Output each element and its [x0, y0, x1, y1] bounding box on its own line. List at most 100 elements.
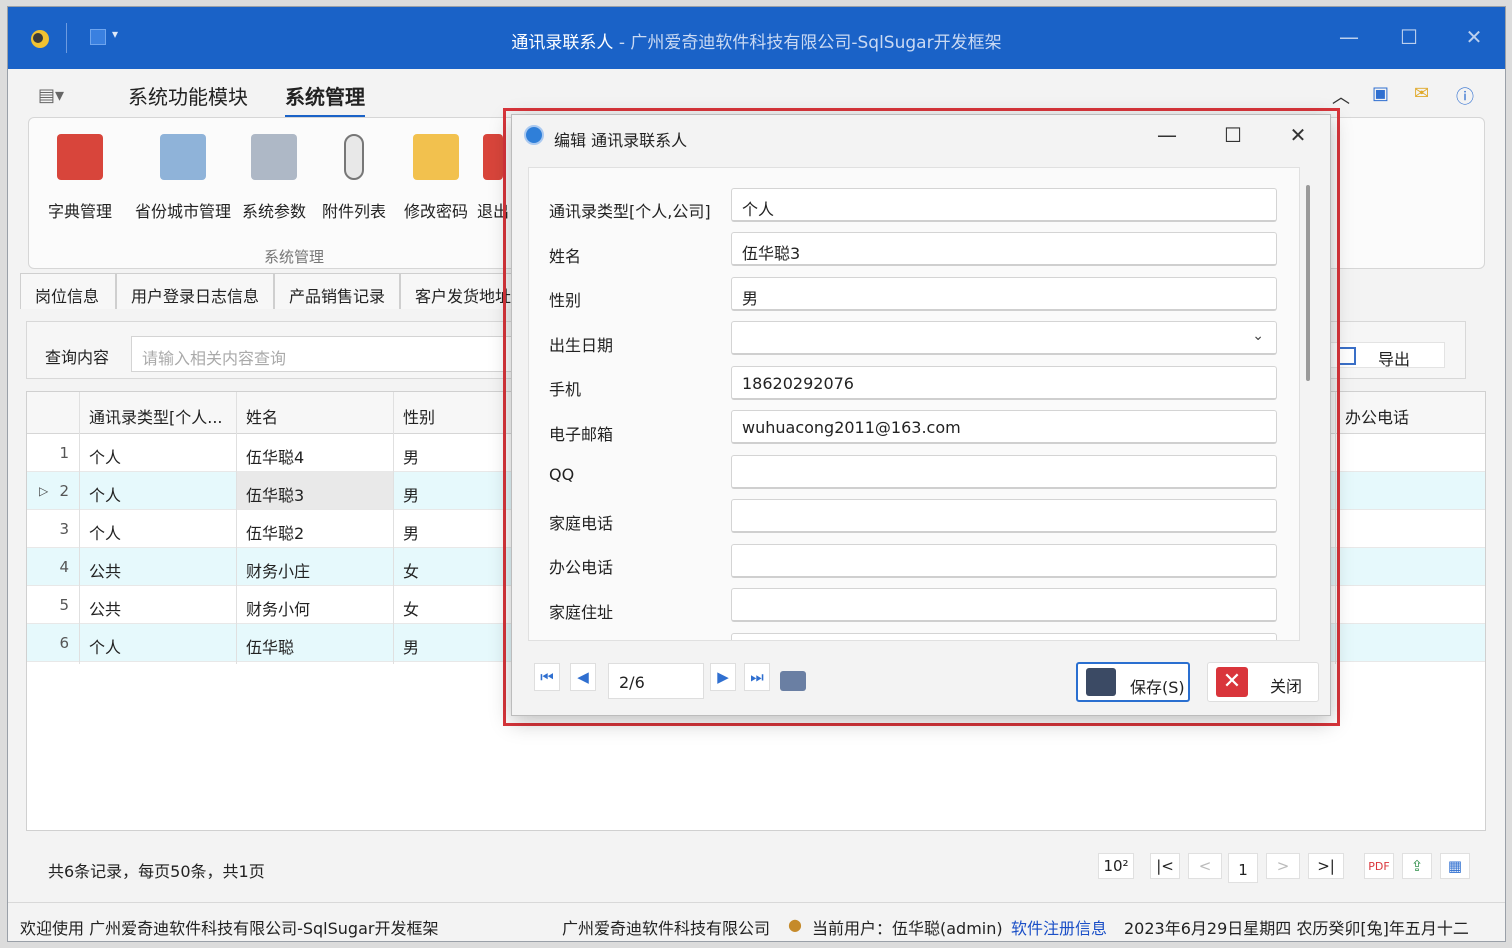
- tab-system-management[interactable]: 系统管理: [285, 81, 365, 118]
- cell-type[interactable]: 个人: [89, 520, 121, 544]
- home-address-field[interactable]: [731, 588, 1277, 622]
- chat-icon[interactable]: ▣: [1372, 83, 1389, 104]
- prev-record-button[interactable]: ◀: [570, 663, 596, 691]
- next-page-button[interactable]: >: [1266, 853, 1300, 879]
- record-summary: 共6条记录，每页50条，共1页: [48, 862, 265, 881]
- form-area: 通讯录类型[个人,公司] 个人 姓名 伍华聪3 性别 男 出生日期 ⌄ 手机 1…: [528, 167, 1300, 641]
- minimize-button[interactable]: —: [1334, 25, 1364, 49]
- dialog-close-button[interactable]: ✕: [1283, 123, 1313, 147]
- save-button[interactable]: 保存(S): [1076, 662, 1190, 702]
- province-city-button[interactable]: 省份城市管理: [133, 128, 233, 222]
- search-label: 查询内容: [45, 348, 110, 367]
- paperclip-icon: [344, 134, 364, 180]
- row-number: 4: [59, 558, 69, 576]
- first-page-button[interactable]: |<: [1150, 853, 1180, 879]
- column-header-type[interactable]: 通讯录类型[个人...: [89, 404, 223, 428]
- cell-name[interactable]: 伍华聪2: [246, 520, 304, 544]
- row-number: 5: [59, 596, 69, 614]
- first-record-button[interactable]: ⏮: [534, 663, 560, 691]
- collapse-ribbon-icon[interactable]: ︿: [1332, 83, 1350, 109]
- save-icon: [1086, 668, 1116, 696]
- dictionary-button[interactable]: 字典管理: [37, 128, 123, 222]
- type-field[interactable]: 个人: [731, 188, 1277, 222]
- company-text: 广州爱奇迪软件科技有限公司: [562, 919, 771, 938]
- cell-gender[interactable]: 男: [403, 482, 419, 506]
- change-password-button[interactable]: 修改密码: [393, 128, 479, 222]
- info-icon[interactable]: ⓘ: [1456, 83, 1474, 109]
- doc-tab-sales[interactable]: 产品销售记录: [274, 273, 400, 309]
- cell-gender[interactable]: 女: [403, 596, 419, 620]
- page-number-input[interactable]: 1: [1228, 853, 1258, 883]
- window-title-main: 通讯录联系人: [511, 33, 614, 53]
- home-phone-field[interactable]: [731, 499, 1277, 533]
- cell-type[interactable]: 个人: [89, 634, 121, 658]
- system-params-button[interactable]: 系统参数: [231, 128, 317, 222]
- save-label: 保存(S): [1130, 678, 1185, 697]
- office-phone-field[interactable]: [731, 544, 1277, 578]
- doc-tab-login-log[interactable]: 用户登录日志信息: [116, 273, 274, 309]
- page-size-button[interactable]: 10²: [1098, 853, 1134, 879]
- maximize-button[interactable]: ☐: [1394, 25, 1424, 49]
- system-params-label: 系统参数: [241, 202, 306, 221]
- last-record-button[interactable]: ⏭: [744, 663, 770, 691]
- cell-type[interactable]: 个人: [89, 482, 121, 506]
- tab-system-modules[interactable]: 系统功能模块: [128, 81, 248, 110]
- field-label-birthday: 出生日期: [549, 336, 614, 355]
- cell-name[interactable]: 财务小庄: [246, 558, 310, 582]
- printer-icon[interactable]: [780, 671, 806, 691]
- cell-gender[interactable]: 男: [403, 634, 419, 658]
- dialog-title: 编辑 通讯录联系人: [554, 131, 688, 150]
- gender-field[interactable]: 男: [731, 277, 1277, 311]
- qq-field[interactable]: [731, 455, 1277, 489]
- field-label-name: 姓名: [549, 247, 582, 266]
- mail-icon[interactable]: ✉: [1414, 83, 1429, 104]
- chevron-down-icon[interactable]: ⌄: [1252, 328, 1264, 344]
- pdf-export-icon[interactable]: PDF: [1364, 853, 1394, 879]
- email-field[interactable]: wuhuacong2011@163.com: [731, 410, 1277, 444]
- prev-page-button[interactable]: <: [1188, 853, 1222, 879]
- welcome-text: 欢迎使用 广州爱奇迪软件科技有限公司-SqlSugar开发框架: [20, 919, 439, 938]
- field-label-type: 通讯录类型[个人,公司]: [549, 202, 711, 221]
- cell-name[interactable]: 伍华聪3: [246, 482, 304, 506]
- dialog-minimize-button[interactable]: —: [1152, 123, 1182, 147]
- register-link[interactable]: 软件注册信息: [1011, 915, 1107, 939]
- form-vertical-scrollbar[interactable]: [1306, 185, 1310, 381]
- close-dialog-button[interactable]: ✕ 关闭: [1207, 662, 1319, 702]
- cell-type[interactable]: 个人: [89, 444, 121, 468]
- name-field[interactable]: 伍华聪3: [731, 232, 1277, 266]
- cell-type[interactable]: 公共: [89, 558, 121, 582]
- close-icon: ✕: [1216, 667, 1248, 697]
- menu-toggle-icon[interactable]: ▤▾: [38, 85, 64, 106]
- attachments-button[interactable]: 附件列表: [311, 128, 397, 222]
- column-header-office-phone[interactable]: 办公电话: [1345, 404, 1409, 428]
- ribbon-group-label: 系统管理: [264, 248, 325, 266]
- cell-type[interactable]: 公共: [89, 596, 121, 620]
- cell-gender[interactable]: 女: [403, 558, 419, 582]
- export-button[interactable]: 导出: [1329, 342, 1445, 369]
- dialog-maximize-button[interactable]: ☐: [1218, 123, 1248, 147]
- row-number: 3: [59, 520, 69, 538]
- cell-gender[interactable]: 男: [403, 520, 419, 544]
- user-icon: ●: [788, 915, 802, 934]
- cell-name[interactable]: 财务小何: [246, 596, 310, 620]
- column-header-name[interactable]: 姓名: [246, 404, 278, 428]
- mobile-field[interactable]: 18620292076: [731, 366, 1277, 400]
- next-record-button[interactable]: ▶: [710, 663, 736, 691]
- cell-name[interactable]: 伍华聪4: [246, 444, 304, 468]
- column-divider: [393, 392, 394, 664]
- grid-settings-icon[interactable]: ▦: [1440, 853, 1470, 879]
- doc-tab-shipping[interactable]: 客户发货地址信: [400, 273, 516, 309]
- column-header-gender[interactable]: 性别: [403, 404, 435, 428]
- birthday-field[interactable]: ⌄: [731, 321, 1277, 355]
- doc-tab-position[interactable]: 岗位信息: [20, 273, 116, 309]
- last-page-button[interactable]: >|: [1308, 853, 1344, 879]
- column-divider: [236, 392, 237, 664]
- search-input[interactable]: 请输入相关内容查询: [131, 336, 551, 372]
- close-button[interactable]: ✕: [1459, 25, 1489, 49]
- field-label-gender: 性别: [549, 291, 582, 310]
- next-field-partial[interactable]: [731, 633, 1277, 640]
- cell-name[interactable]: 伍华聪: [246, 634, 294, 658]
- cell-gender[interactable]: 男: [403, 444, 419, 468]
- settings-icon: [251, 134, 297, 180]
- excel-export-icon[interactable]: ⇪: [1402, 853, 1432, 879]
